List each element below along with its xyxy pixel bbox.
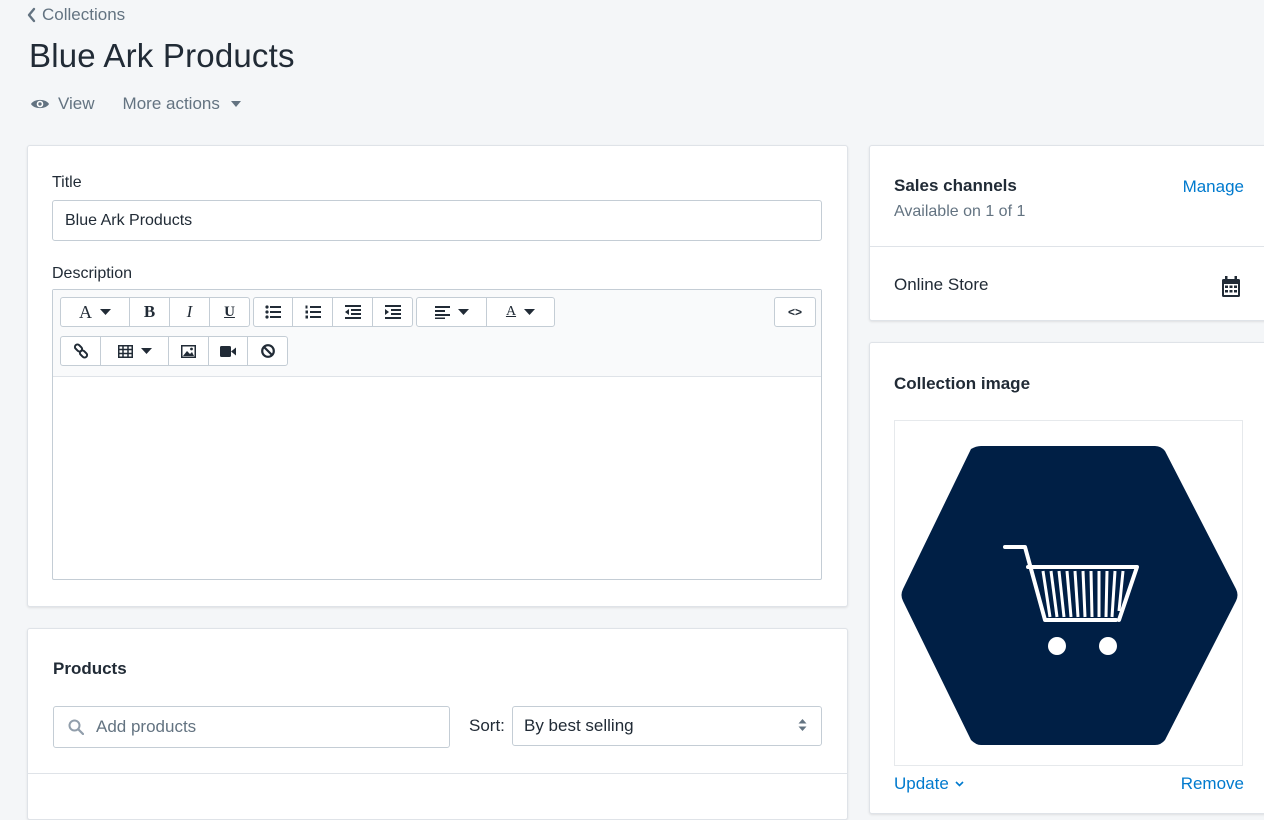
caret-down-icon xyxy=(524,308,536,315)
insert-group xyxy=(60,336,288,366)
align-color-group: A xyxy=(416,297,555,327)
align-left-icon xyxy=(434,305,450,319)
collection-details-card: Title Blue Ark Products Description A B … xyxy=(27,145,848,607)
sales-channels-card: Sales channels Manage Available on 1 of … xyxy=(869,145,1264,321)
sales-channels-heading: Sales channels xyxy=(894,176,1017,195)
underline-button[interactable]: U xyxy=(210,298,249,326)
collection-image-heading: Collection image xyxy=(894,374,1031,393)
more-actions-label: More actions xyxy=(122,94,220,113)
title-input-value: Blue Ark Products xyxy=(65,211,193,229)
image-icon xyxy=(181,344,196,358)
font-icon: A xyxy=(79,301,92,322)
eye-icon xyxy=(31,99,49,109)
shopping-cart-hexagon-logo xyxy=(901,446,1238,745)
numbered-list-button[interactable] xyxy=(293,298,333,326)
format-group: A B I U xyxy=(60,297,250,327)
numbered-list-icon xyxy=(305,305,321,319)
text-color-button[interactable]: A xyxy=(487,298,554,326)
outdent-button[interactable] xyxy=(333,298,373,326)
add-products-input[interactable] xyxy=(94,716,398,738)
manage-link[interactable]: Manage xyxy=(1183,177,1244,197)
view-action[interactable]: View xyxy=(30,94,95,114)
video-camera-icon xyxy=(220,345,236,357)
description-editor-area[interactable] xyxy=(53,376,821,579)
title-label: Title xyxy=(52,174,82,191)
title-input[interactable]: Blue Ark Products xyxy=(52,200,822,241)
products-card: Products Sort: By best selling xyxy=(27,628,848,820)
search-icon xyxy=(68,719,84,735)
caret-down-icon xyxy=(230,101,241,107)
sort-select[interactable]: By best selling xyxy=(512,706,822,746)
link-icon xyxy=(73,343,88,359)
insert-image-button[interactable] xyxy=(169,337,209,365)
align-button[interactable] xyxy=(417,298,487,326)
chevron-down-icon xyxy=(955,781,964,787)
bold-button[interactable]: B xyxy=(130,298,170,326)
caret-down-icon xyxy=(140,347,152,354)
list-group xyxy=(253,297,413,327)
products-divider xyxy=(28,773,847,774)
update-image-button[interactable]: Update xyxy=(894,774,964,794)
text-color-icon: A xyxy=(505,304,517,319)
underline-icon: U xyxy=(224,303,235,320)
editor-toolbar: A B I U A <> xyxy=(53,290,821,377)
online-store-channel: Online Store xyxy=(894,275,989,294)
indent-icon xyxy=(384,305,401,319)
update-label: Update xyxy=(894,774,949,793)
indent-button[interactable] xyxy=(373,298,412,326)
add-products-search[interactable] xyxy=(53,706,450,748)
select-arrows-icon xyxy=(798,719,807,731)
outdent-icon xyxy=(344,305,361,319)
description-label: Description xyxy=(52,265,133,282)
show-html-button[interactable]: <> xyxy=(775,298,815,326)
caret-down-icon xyxy=(100,308,111,315)
caret-down-icon xyxy=(457,308,469,315)
code-icon: <> xyxy=(787,305,802,319)
font-size-button[interactable]: A xyxy=(61,298,130,326)
collection-image-card: Collection image Update Remove xyxy=(869,342,1264,814)
products-heading: Products xyxy=(53,659,127,678)
insert-link-button[interactable] xyxy=(61,337,101,365)
view-label: View xyxy=(58,94,95,113)
code-group: <> xyxy=(774,297,816,327)
bullet-list-button[interactable] xyxy=(254,298,293,326)
breadcrumb-collections[interactable]: Collections xyxy=(26,5,125,25)
sort-value: By best selling xyxy=(524,716,634,735)
bold-icon: B xyxy=(143,302,156,321)
sales-divider xyxy=(870,246,1264,247)
clear-formatting-button[interactable] xyxy=(248,337,287,365)
page-title: Blue Ark Products xyxy=(29,37,295,74)
insert-table-button[interactable] xyxy=(101,337,169,365)
chevron-left-icon xyxy=(27,7,36,23)
block-icon xyxy=(260,344,275,358)
remove-image-link[interactable]: Remove xyxy=(1181,774,1244,794)
calendar-icon[interactable] xyxy=(1221,276,1241,298)
description-editor: A B I U A <> xyxy=(52,289,822,580)
sort-label: Sort: xyxy=(469,716,505,735)
italic-button[interactable]: I xyxy=(170,298,210,326)
table-icon xyxy=(117,344,133,358)
insert-video-button[interactable] xyxy=(209,337,248,365)
availability-text: Available on 1 of 1 xyxy=(894,203,1026,220)
collection-image[interactable] xyxy=(894,420,1243,766)
more-actions-button[interactable]: More actions xyxy=(123,94,242,114)
breadcrumb-label: Collections xyxy=(42,5,126,24)
italic-icon: I xyxy=(186,302,193,321)
bullet-list-icon xyxy=(265,305,281,319)
